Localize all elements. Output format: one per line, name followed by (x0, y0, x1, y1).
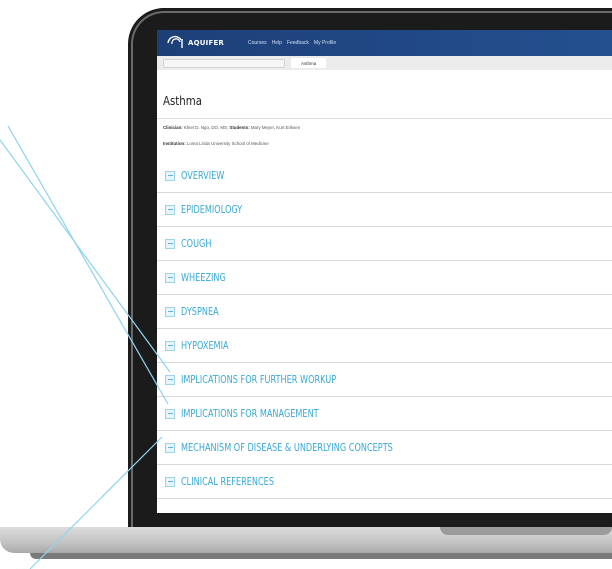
laptop-notch (440, 527, 612, 535)
section-label: CLINICAL REFERENCES (181, 475, 274, 488)
section-cough[interactable]: COUGH (157, 227, 612, 261)
title-divider (157, 118, 612, 119)
case-content: Asthma Clinician: Khiet D. Ngo, DO, MS; … (157, 70, 612, 513)
aquifer-logo-icon (167, 35, 183, 48)
collapse-toggle-icon[interactable] (165, 238, 175, 249)
clinician-label: Clinician: (163, 125, 183, 130)
students-label: Students: (229, 125, 250, 130)
case-sections: OVERVIEW EPIDEMIOLOGY COUGH WHEEZING DYS… (157, 159, 612, 499)
collapse-toggle-icon[interactable] (165, 340, 175, 351)
section-implications-further-workup[interactable]: IMPLICATIONS FOR FURTHER WORKUP (157, 363, 612, 397)
breadcrumb-field[interactable] (163, 58, 285, 68)
section-label: IMPLICATIONS FOR FURTHER WORKUP (181, 373, 337, 386)
logo-text: AQUIFER (188, 39, 225, 47)
clinician-line: Clinician: Khiet D. Ngo, DO, MS; Student… (163, 125, 300, 130)
laptop-screen: AQUIFER Courses Help Feedback My Profile… (157, 30, 612, 513)
nav-link-feedback[interactable]: Feedback (287, 40, 309, 46)
section-label: HYPOXEMIA (181, 339, 229, 352)
section-label: OVERVIEW (181, 169, 225, 182)
collapse-toggle-icon[interactable] (165, 204, 175, 215)
page-title: Asthma (163, 94, 202, 108)
section-clinical-references[interactable]: CLINICAL REFERENCES (157, 465, 612, 499)
collapse-toggle-icon[interactable] (165, 442, 175, 453)
section-wheezing[interactable]: WHEEZING (157, 261, 612, 295)
collapse-toggle-icon[interactable] (165, 272, 175, 283)
aquifer-logo[interactable]: AQUIFER (166, 35, 224, 51)
nav-link-my-profile[interactable]: My Profile (314, 40, 336, 46)
collapse-toggle-icon[interactable] (165, 306, 175, 317)
section-label: MECHANISM OF DISEASE & UNDERLYING CONCEP… (181, 441, 393, 454)
section-hypoxemia[interactable]: HYPOXEMIA (157, 329, 612, 363)
section-label: COUGH (181, 237, 212, 250)
section-label: IMPLICATIONS FOR MANAGEMENT (181, 407, 319, 420)
top-navbar: AQUIFER Courses Help Feedback My Profile (157, 30, 612, 56)
case-subbar: Asthma (157, 56, 612, 70)
institution-value: Loma Linda University School of Medicine (186, 141, 269, 146)
students-value: Mary Meyer, Kurt Eriksen (250, 125, 301, 130)
section-dyspnea[interactable]: DYSPNEA (157, 295, 612, 329)
nav-link-help[interactable]: Help (272, 40, 282, 46)
section-label: EPIDEMIOLOGY (181, 203, 243, 216)
collapse-toggle-icon[interactable] (165, 476, 175, 487)
collapse-toggle-icon[interactable] (165, 170, 175, 181)
nav-link-courses[interactable]: Courses (248, 40, 267, 46)
institution-label: Institution: (163, 141, 186, 146)
collapse-toggle-icon[interactable] (165, 408, 175, 419)
section-epidemiology[interactable]: EPIDEMIOLOGY (157, 193, 612, 227)
section-overview[interactable]: OVERVIEW (157, 159, 612, 193)
tab-asthma[interactable]: Asthma (291, 58, 327, 68)
section-mechanism-of-disease[interactable]: MECHANISM OF DISEASE & UNDERLYING CONCEP… (157, 431, 612, 465)
collapse-toggle-icon[interactable] (165, 374, 175, 385)
section-label: WHEEZING (181, 271, 226, 284)
laptop-base-front (30, 553, 612, 559)
section-label: DYSPNEA (181, 305, 219, 318)
clinician-value: Khiet D. Ngo, DO, MS; (184, 125, 229, 130)
institution-line: Institution: Loma Linda University Schoo… (163, 141, 269, 146)
section-implications-management[interactable]: IMPLICATIONS FOR MANAGEMENT (157, 397, 612, 431)
